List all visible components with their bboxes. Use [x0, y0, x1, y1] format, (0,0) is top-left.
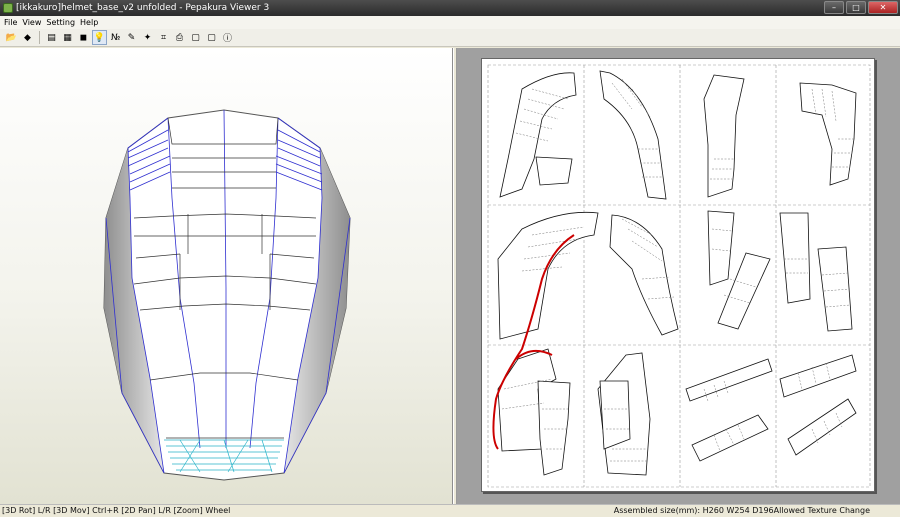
- maximize-button[interactable]: □: [846, 1, 866, 14]
- magic-wand-icon[interactable]: ✦: [140, 30, 155, 45]
- app-icon: [3, 3, 13, 13]
- status-controls-hint: [3D Rot] L/R [3D Mov] Ctrl+R [2D Pan] L/…: [2, 506, 231, 515]
- part-outlines: [497, 70, 857, 476]
- texture-icon[interactable]: ▦: [60, 30, 75, 45]
- menu-help[interactable]: Help: [80, 16, 103, 29]
- cube-icon[interactable]: ◼: [76, 30, 91, 45]
- window-title: [ikkakuro]helmet_base_v2 unfolded - Pepa…: [16, 3, 270, 13]
- toolbar: 📂 ◆ ▤ ▦ ◼ 💡 № ✎ ✦ ⌗ ⎙ ▢ ▢ ⓘ: [0, 29, 900, 47]
- status-bar: [3D Rot] L/R [3D Mov] Ctrl+R [2D Pan] L/…: [0, 504, 900, 517]
- toolbar-separator: [39, 31, 40, 44]
- 3d-view-pane[interactable]: [0, 48, 453, 504]
- open-file-icon[interactable]: 📂: [4, 30, 19, 45]
- 3d-model-icon[interactable]: ◆: [20, 30, 35, 45]
- paper-sheet: [481, 58, 875, 492]
- 2d-view-pane[interactable]: [457, 48, 900, 504]
- info-icon[interactable]: ⓘ: [220, 30, 235, 45]
- part-numbers-icon[interactable]: №: [108, 30, 123, 45]
- minimize-button[interactable]: –: [824, 1, 844, 14]
- status-assembled-size: Assembled size(mm): H260 W254 D196Allowe…: [613, 506, 870, 515]
- menu-view[interactable]: View: [22, 16, 46, 29]
- close-button[interactable]: ✕: [868, 1, 898, 14]
- unfolded-parts[interactable]: [482, 59, 876, 493]
- menu-bar: File View Setting Help: [0, 16, 900, 29]
- app-window: [ikkakuro]helmet_base_v2 unfolded - Pepa…: [0, 0, 900, 517]
- helmet-3d-model[interactable]: [0, 48, 453, 504]
- window-3d-icon[interactable]: ▢: [204, 30, 219, 45]
- light-bulb-icon[interactable]: 💡: [92, 30, 107, 45]
- window-2d-icon[interactable]: ▢: [188, 30, 203, 45]
- print-icon[interactable]: ⎙: [172, 30, 187, 45]
- print-preview-icon[interactable]: ▤: [44, 30, 59, 45]
- menu-file[interactable]: File: [4, 16, 22, 29]
- flap-icon[interactable]: ⌗: [156, 30, 171, 45]
- title-bar: [ikkakuro]helmet_base_v2 unfolded - Pepa…: [0, 0, 900, 16]
- edge-id-icon[interactable]: ✎: [124, 30, 139, 45]
- menu-setting[interactable]: Setting: [46, 16, 80, 29]
